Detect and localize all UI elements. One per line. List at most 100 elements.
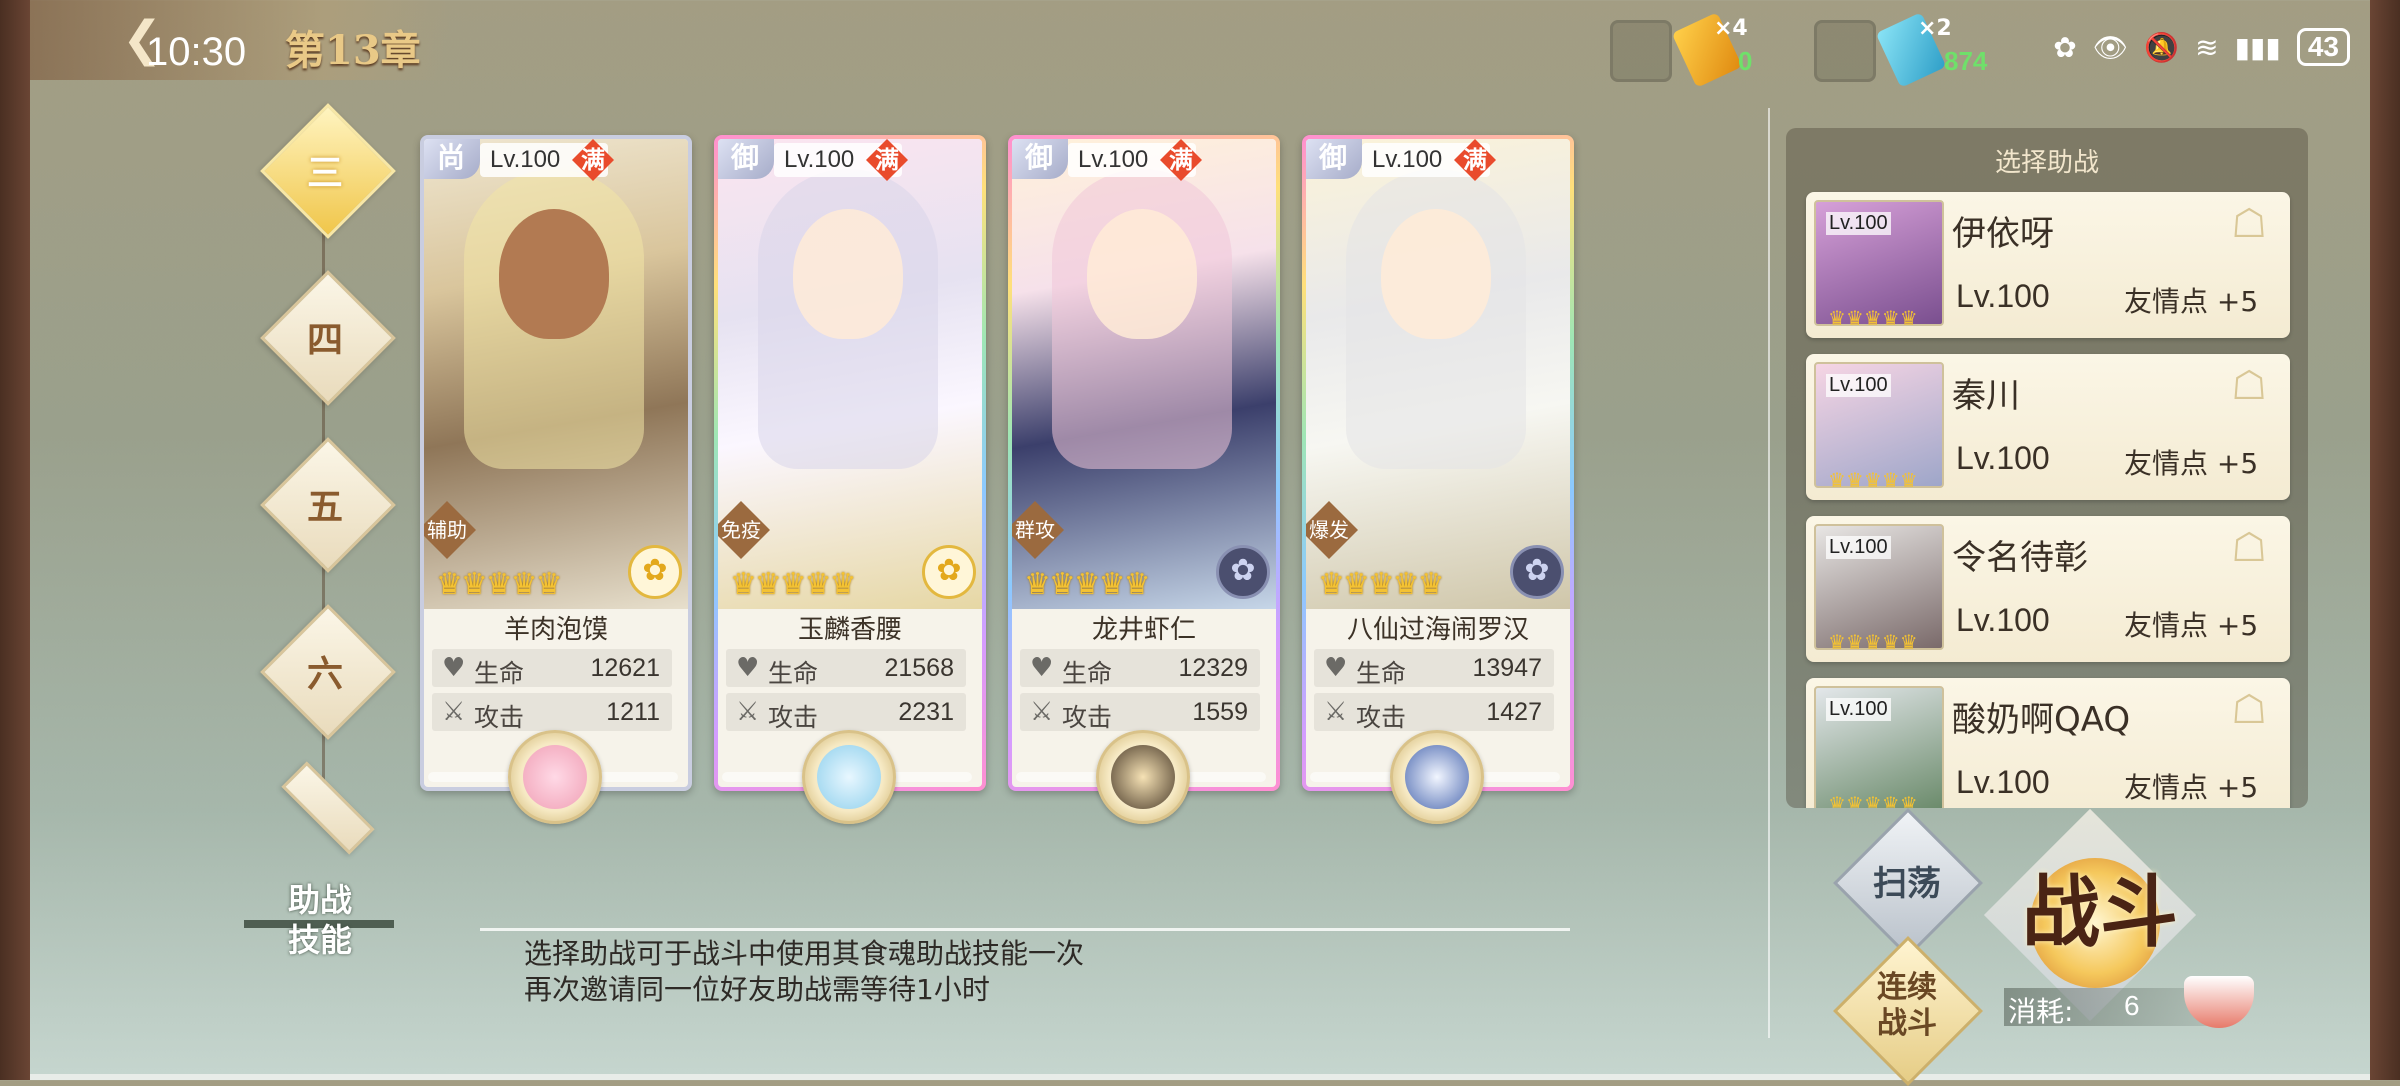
friend-row[interactable]: Lv.100 ♛♛♛♛♛ 秦川 Lv.100 友情点 +5 ☖ [1806,354,2290,500]
invite-icon[interactable]: ☖ [2222,526,2276,570]
chapter-label-4: 四 [306,319,343,361]
invite-icon[interactable]: ☖ [2222,364,2276,408]
hp-value: 12329 [1178,654,1248,682]
right-divider [1768,108,1770,1038]
atk-label: 攻击 [1356,703,1407,732]
face-shape [1381,209,1491,339]
skill-avatar-image [1405,745,1469,809]
skill-tag: 助战 技能 [244,880,394,968]
fight-label[interactable]: 战斗 [2022,850,2178,962]
character-name: 羊肉泡馍 [503,615,608,645]
friend-avatar-stars: ♛♛♛♛♛ [1828,630,1918,654]
resource-slot-1[interactable] [1610,20,1672,82]
sword-icon: ⚔ [1324,697,1348,727]
hp-label: 生命 [768,659,819,688]
friend-level: Lv.100 [1956,602,2050,638]
friend-points: 友情点 +5 [2124,609,2259,642]
friend-name: 秦川 [1952,376,2020,416]
skill-avatar-image [1111,745,1175,809]
blue-ticket-multiplier: ×2 [1918,16,1952,41]
friend-avatar-level: Lv.100 [1826,374,1891,397]
friend-avatar: Lv.100 ♛♛♛♛♛ [1814,686,1944,808]
atk-value: 1559 [1192,698,1248,726]
atk-value: 1427 [1486,698,1542,726]
helper-panel-title: 选择助战 [1994,148,2099,178]
friend-avatar: Lv.100 ♛♛♛♛♛ [1814,200,1944,330]
friend-avatar-stars: ♛♛♛♛♛ [1828,306,1918,330]
gold-ticket-multiplier: ×4 [1714,16,1748,41]
chapter-node-7[interactable] [281,761,375,855]
status-clock: 10:30 [146,30,247,74]
atk-label: 攻击 [768,703,819,732]
friend-avatar-stars: ♛♛♛♛♛ [1828,468,1918,492]
character-card[interactable]: 尚 Lv.100 满 辅助 ♛♛♛♛♛ ✿ 羊肉泡馍 ♥ 生命 12621 ⚔ … [420,135,692,791]
chapter-label-5: 五 [306,486,343,528]
mute-icon: 🔕 [2144,30,2180,64]
skill-desc-line1: 选择助战可于战斗中使用其食魂助战技能一次 [524,937,1085,970]
skill-avatar[interactable] [1096,730,1190,824]
invite-icon[interactable]: ☖ [2222,202,2276,246]
heart-icon: ♥ [442,653,466,683]
character-name: 玉麟香腰 [797,615,902,645]
skill-avatar-image [523,745,587,809]
hp-value: 13947 [1472,654,1542,682]
blue-ticket-count: 874 [1944,46,1988,76]
friend-row[interactable]: Lv.100 ♛♛♛♛♛ 令名待彰 Lv.100 友情点 +5 ☖ [1806,516,2290,662]
flower-icon: ✿ [1216,545,1270,599]
atk-value: 2231 [898,698,954,726]
chapter-label-3: 三 [306,152,343,194]
friend-avatar-level: Lv.100 [1826,536,1891,559]
friend-points: 友情点 +5 [2124,447,2259,480]
gold-ticket-count: 0 [1738,46,1753,76]
atk-value: 1211 [606,698,660,726]
friend-row[interactable]: Lv.100 ♛♛♛♛♛ 伊依呀 Lv.100 友情点 +5 ☖ [1806,192,2290,338]
resource-slot-2[interactable] [1814,20,1876,82]
character-card[interactable]: 御 Lv.100 满 爆发 ♛♛♛♛♛ ✿ 八仙过海闹罗汉 ♥ 生命 13947… [1302,135,1574,791]
card-type-badge: 御 [1306,139,1362,179]
notification-icon: ✿ [2053,30,2077,64]
continuous-label-line1: 连续 [1877,970,1937,1005]
skill-avatar[interactable] [1390,730,1484,824]
skill-desc-line2: 再次邀请同一位好友助战需等待1小时 [524,973,990,1006]
skill-avatar[interactable] [802,730,896,824]
atk-label: 攻击 [1062,703,1113,732]
continuous-label-line2: 战斗 [1877,1006,1937,1041]
friend-name: 伊依呀 [1952,214,2054,254]
star-rating: ♛♛♛♛♛ [436,567,562,602]
flower-icon: ✿ [922,545,976,599]
system-status-bar: ✿ 👁 🔕 ≋ ▮▮▮ 43 [2053,28,2350,66]
character-card[interactable]: 御 Lv.100 满 群攻 ♛♛♛♛♛ ✿ 龙井虾仁 ♥ 生命 12329 ⚔ … [1008,135,1280,791]
friend-name: 令名待彰 [1952,538,2088,578]
helper-panel: 选择助战 Lv.100 ♛♛♛♛♛ 伊依呀 Lv.100 友情点 +5 ☖ Lv… [1786,128,2308,808]
eye-icon: 👁 [2092,30,2129,64]
signal-icon: ▮▮▮ [2234,30,2281,64]
heart-icon: ♥ [736,653,760,683]
friend-avatar-level: Lv.100 [1826,698,1891,721]
sweep-label: 扫荡 [1873,864,1941,904]
heart-icon: ♥ [1030,653,1054,683]
star-rating: ♛♛♛♛♛ [1318,567,1444,602]
character-card[interactable]: 御 Lv.100 满 免疫 ♛♛♛♛♛ ✿ 玉麟香腰 ♥ 生命 21568 ⚔ … [714,135,986,791]
atk-row: ⚔ 攻击 1211 [432,693,672,732]
skill-tag-line1: 助战 [288,881,353,919]
friend-level: Lv.100 [1956,278,2050,314]
invite-icon[interactable]: ☖ [2222,688,2276,732]
card-type-badge: 尚 [424,139,480,179]
friend-row[interactable]: Lv.100 ♛♛♛♛♛ 酸奶啊QAQ Lv.100 友情点 +5 ☖ [1806,678,2290,808]
bottom-frame [30,1074,2370,1080]
wifi-icon: ≋ [2195,30,2219,64]
hp-row: ♥ 生命 21568 [726,649,966,688]
skill-avatar[interactable] [508,730,602,824]
friend-avatar-stars: ♛♛♛♛♛ [1828,792,1918,808]
cost-label: 消耗: [2008,995,2074,1028]
friend-level: Lv.100 [1956,440,2050,476]
friend-points: 友情点 +5 [2124,771,2259,804]
card-type-badge: 御 [1012,139,1068,179]
atk-label: 攻击 [474,703,525,732]
friend-avatar: Lv.100 ♛♛♛♛♛ [1814,362,1944,492]
sword-icon: ⚔ [1030,697,1054,727]
hp-label: 生命 [474,659,525,688]
friend-avatar: Lv.100 ♛♛♛♛♛ [1814,524,1944,654]
flower-icon: ✿ [628,545,682,599]
friend-level: Lv.100 [1956,764,2050,800]
